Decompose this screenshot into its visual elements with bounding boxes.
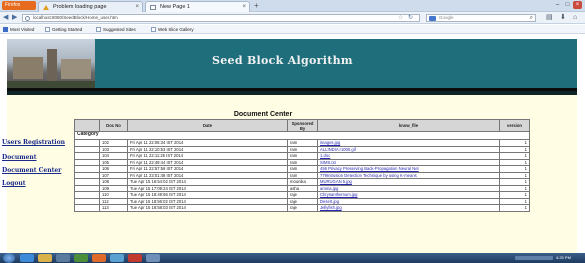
version-cell: 1: [499, 204, 530, 212]
app-icon[interactable]: [74, 254, 88, 262]
bookmarks-menu-icon[interactable]: ▤: [546, 14, 553, 22]
site-banner: Seed Block Algorithm: [7, 39, 577, 95]
sidebar-item-logout[interactable]: Logout: [2, 180, 26, 187]
file-link[interactable]: Jellyfish.jpg: [317, 204, 500, 212]
tab-close-icon[interactable]: ×: [242, 2, 246, 12]
bookmark-page-icon: [45, 27, 50, 32]
reload-icon[interactable]: ↻: [408, 14, 413, 21]
new-tab-icon[interactable]: +: [254, 2, 264, 10]
page-title: Document Center: [233, 111, 293, 118]
system-tray[interactable]: [515, 256, 553, 260]
sponsor-cell: raje: [287, 204, 318, 212]
tab-close-icon[interactable]: ×: [135, 2, 139, 12]
taskbar-clock: 4:25 PM: [556, 255, 571, 260]
close-window-icon[interactable]: ×: [573, 1, 582, 9]
campus-photo: [7, 39, 95, 95]
bookmark-star-icon[interactable]: ☆: [398, 14, 403, 21]
app-icon[interactable]: [128, 254, 142, 262]
row-blank-cell: [74, 204, 100, 212]
minimize-icon[interactable]: –: [553, 1, 562, 9]
search-placeholder: Google: [439, 15, 454, 20]
taskbar: 4:25 PM: [0, 253, 585, 263]
maximize-icon[interactable]: □: [563, 1, 572, 9]
column-header: Doc No: [99, 119, 128, 132]
sidebar-item-document-center[interactable]: Document Center: [2, 167, 61, 174]
globe-icon: [25, 16, 30, 21]
page-icon: [150, 5, 156, 10]
home-icon[interactable]: ⌂: [573, 14, 577, 22]
tab-problem-loading[interactable]: Problem loading page ×: [38, 1, 143, 12]
column-header: Date: [127, 119, 288, 132]
category-row: Category: [74, 131, 530, 140]
doc-no-cell: 113: [99, 204, 128, 212]
table-row: 113 Tue Apr 15 18:58:03 IST 2014 raje Jelly…: [74, 204, 530, 212]
bookmark-page-icon: [96, 27, 101, 32]
tab-label: Problem loading page: [53, 4, 107, 10]
bookmark-suggested-sites[interactable]: Suggested Sites: [95, 26, 136, 33]
bookmark-label: Getting Started: [52, 27, 83, 32]
tab-label: New Page 1: [160, 4, 190, 10]
column-header-blank: [74, 119, 100, 132]
column-header: version: [499, 119, 530, 132]
bookmark-folder-icon: [3, 27, 8, 32]
bookmark-page-icon: [151, 27, 156, 32]
sidebar-item-document[interactable]: Document: [2, 154, 37, 161]
sidebar-item-users-registration[interactable]: Users Registration: [2, 139, 65, 146]
firefox-menu-button[interactable]: Firefox: [2, 1, 36, 10]
tab-new-page[interactable]: New Page 1 ×: [145, 1, 250, 12]
navigation-bar: ◀ ▶ localhost:8080/SeedBlock/Home_user.h…: [0, 12, 585, 24]
bookmark-label: Web Slice Gallery: [158, 27, 194, 32]
date-cell: Tue Apr 15 18:58:03 IST 2014: [127, 204, 288, 212]
browser-title-bar: Firefox Problem loading page × New Page …: [0, 0, 585, 12]
column-header: Sponsored By: [287, 119, 318, 132]
page-viewport: Seed Block Algorithm Users Registration …: [0, 35, 585, 253]
google-icon: [429, 16, 436, 21]
bookmark-getting-started[interactable]: Getting Started: [44, 26, 82, 33]
bookmark-label: Suggested Sites: [103, 27, 136, 32]
bookmarks-toolbar: Most Visited Getting Started Suggested S…: [0, 25, 585, 34]
search-input[interactable]: Google ⌕: [426, 14, 536, 22]
ie-icon[interactable]: [20, 254, 34, 262]
media-icon[interactable]: [56, 254, 70, 262]
document-table: Doc No Date Sponsored By know_file versi…: [74, 119, 530, 212]
category-label: Category: [74, 131, 530, 140]
bookmark-label: Most Visited: [10, 27, 35, 32]
forward-icon[interactable]: ▶: [12, 14, 20, 22]
back-icon[interactable]: ◀: [3, 14, 11, 22]
table-header-row: Doc No Date Sponsored By know_file versi…: [74, 119, 530, 132]
search-icon[interactable]: ⌕: [530, 15, 533, 21]
warning-icon: [43, 5, 49, 10]
site-title: Seed Block Algorithm: [212, 54, 353, 67]
chrome-taskbar-icon[interactable]: [110, 254, 124, 262]
explorer-icon[interactable]: [38, 254, 52, 262]
bookmark-web-slice-gallery[interactable]: Web Slice Gallery: [150, 26, 194, 33]
start-button[interactable]: [3, 253, 15, 263]
column-header: know_file: [317, 119, 500, 132]
download-icon[interactable]: ⬇: [560, 14, 566, 22]
url-text: localhost:8080/SeedBlock/Home_user.htm: [33, 15, 118, 20]
address-bar[interactable]: localhost:8080/SeedBlock/Home_user.htm: [22, 14, 420, 22]
firefox-taskbar-icon[interactable]: [92, 254, 106, 262]
app-icon[interactable]: [146, 254, 160, 262]
bookmark-most-visited[interactable]: Most Visited: [2, 26, 34, 33]
